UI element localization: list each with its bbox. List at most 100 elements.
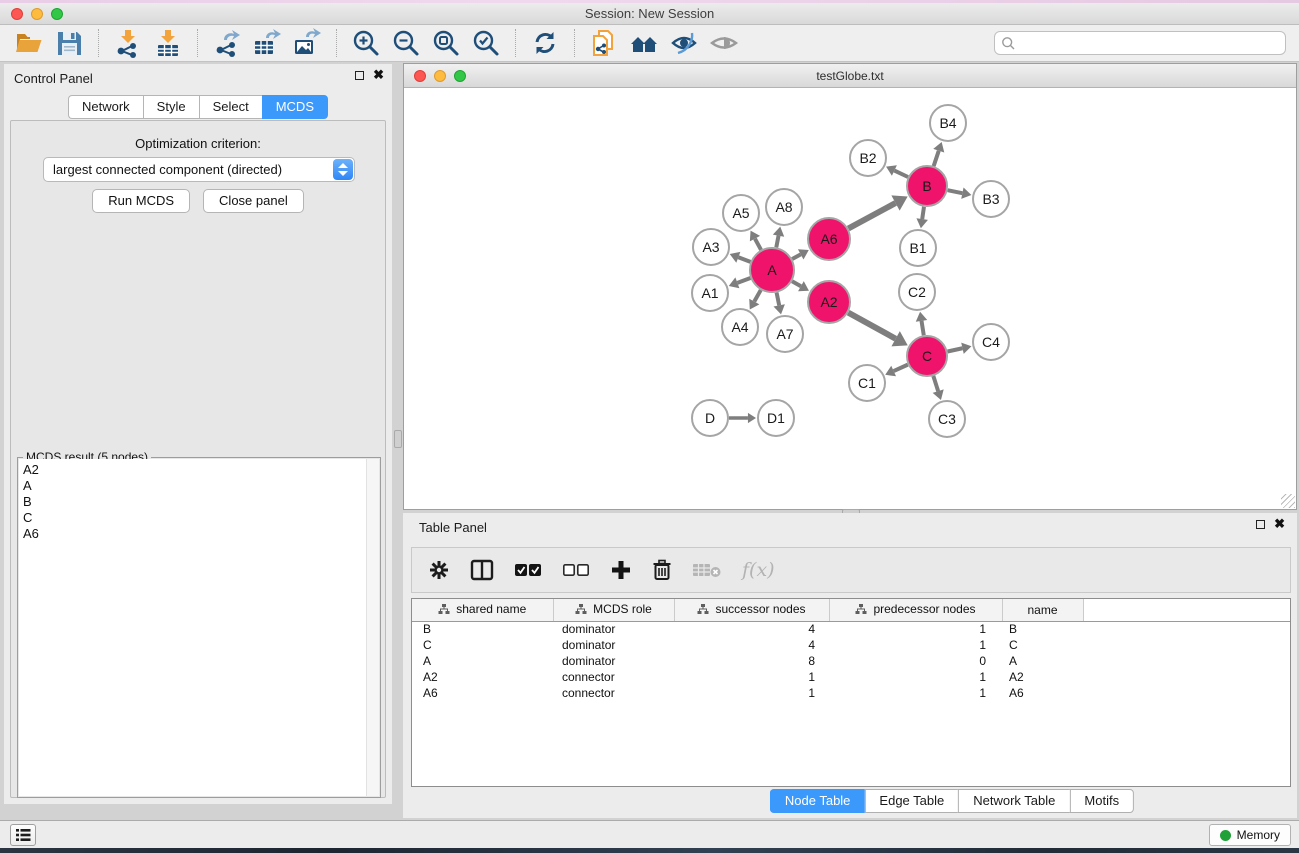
edge-A-A7[interactable] [777,293,780,306]
refresh-view-icon[interactable] [530,28,560,58]
edge-A-A4[interactable] [754,290,760,301]
vertical-divider-grip[interactable] [394,430,402,448]
table-row[interactable]: A6connector11A6 [412,685,1290,701]
edge-B-B1[interactable] [922,207,924,219]
open-session-icon[interactable] [14,28,44,58]
save-session-icon[interactable] [54,28,84,58]
table-cell[interactable]: 1 [829,637,1002,653]
edge-A6-B[interactable] [848,203,895,229]
list-item[interactable]: A2 [19,462,379,478]
edge-C-C3[interactable] [933,376,938,391]
task-history-button[interactable] [10,824,36,846]
edge-B-B4[interactable] [934,151,939,166]
import-table-icon[interactable] [153,28,183,58]
table-cell[interactable]: 4 [674,621,829,637]
float-panel-icon[interactable] [1256,520,1265,529]
table-cell[interactable]: A2 [1002,669,1083,685]
add-column-icon[interactable] [610,559,632,581]
zoom-out-icon[interactable] [391,28,421,58]
zoom-fit-icon[interactable] [431,28,461,58]
table-cell[interactable]: connector [553,685,674,701]
column-header-predecessor-nodes[interactable]: predecessor nodes [829,599,1002,621]
edge-A-A6[interactable] [792,254,801,259]
column-header-successor-nodes[interactable]: successor nodes [674,599,829,621]
mcds-result-list[interactable]: A2ABCA6 [19,459,379,796]
toggle-birds-eye-icon[interactable] [669,28,699,58]
deselect-all-rows-icon[interactable] [562,562,590,578]
column-header-name[interactable]: name [1002,599,1083,621]
table-row[interactable]: Cdominator41C [412,637,1290,653]
list-item[interactable]: C [19,510,379,526]
memory-button[interactable]: Memory [1209,824,1291,846]
table-cell[interactable]: A6 [1002,685,1083,701]
table-cell[interactable]: 1 [674,669,829,685]
edge-C-C2[interactable] [922,321,924,335]
list-item[interactable]: A [19,478,379,494]
table-cell[interactable]: 1 [829,621,1002,637]
table-row[interactable]: Adominator80A [412,653,1290,669]
edge-B-B3[interactable] [948,190,963,193]
tab-network[interactable]: Network [68,95,143,119]
close-panel-icon[interactable]: ✖ [373,70,384,80]
tab-mcds[interactable]: MCDS [262,95,328,119]
import-network-icon[interactable] [113,28,143,58]
table-cell[interactable]: B [412,621,553,637]
zoom-selected-icon[interactable] [471,28,501,58]
scrollbar-track[interactable] [366,459,379,796]
edge-A-A5[interactable] [755,239,761,250]
edge-C-C4[interactable] [948,348,963,351]
network-canvas[interactable]: B4B2BB3A8A5A6A3B1AA1C2A2A4A7C4CC1C3DD1 [405,89,1295,508]
select-all-rows-icon[interactable] [514,562,542,578]
close-panel-icon[interactable]: ✖ [1274,519,1285,529]
window-resize-grip[interactable] [1281,494,1295,508]
edge-A-A8[interactable] [776,236,778,248]
show-hide-panels-icon[interactable] [709,28,739,58]
table-cell[interactable]: connector [553,669,674,685]
edge-A2-C[interactable] [848,313,895,339]
export-network-icon[interactable] [212,28,242,58]
network-window-titlebar[interactable]: testGlobe.txt [404,64,1296,88]
node-table[interactable]: shared nameMCDS rolesuccessor nodesprede… [411,598,1291,787]
table-cell[interactable]: C [412,637,553,653]
run-mcds-button[interactable]: Run MCDS [92,189,190,213]
list-item[interactable]: B [19,494,379,510]
column-header-MCDS-role[interactable]: MCDS role [553,599,674,621]
tab-style[interactable]: Style [143,95,199,119]
list-item[interactable]: A6 [19,526,379,542]
export-image-icon[interactable] [292,28,322,58]
table-cell[interactable]: 0 [829,653,1002,669]
table-cell[interactable]: 1 [674,685,829,701]
table-cell[interactable]: A [1002,653,1083,669]
tab-motifs[interactable]: Motifs [1069,789,1134,813]
edge-B-B2[interactable] [894,171,908,177]
edge-A-A2[interactable] [792,281,801,286]
column-chooser-icon[interactable] [470,559,494,581]
float-panel-icon[interactable] [355,71,364,80]
network-graph[interactable]: B4B2BB3A8A5A6A3B1AA1C2A2A4A7C4CC1C3DD1 [405,89,1297,509]
delete-columns-icon[interactable] [652,559,672,581]
edge-A-A3[interactable] [738,257,750,262]
table-cell[interactable]: 1 [829,685,1002,701]
close-panel-button[interactable]: Close panel [203,189,304,213]
table-cell[interactable]: dominator [553,653,674,669]
table-cell[interactable]: A [412,653,553,669]
table-cell[interactable]: 4 [674,637,829,653]
table-cell[interactable]: A2 [412,669,553,685]
table-row[interactable]: A2connector11A2 [412,669,1290,685]
table-cell[interactable]: dominator [553,637,674,653]
table-row[interactable]: Bdominator41B [412,621,1290,637]
table-cell[interactable]: 1 [829,669,1002,685]
table-cell[interactable]: C [1002,637,1083,653]
search-input[interactable] [1016,36,1279,50]
optimization-criterion-dropdown[interactable]: largest connected component (directed) [43,157,355,182]
tab-edge-table[interactable]: Edge Table [864,789,958,813]
tab-network-table[interactable]: Network Table [958,789,1069,813]
edge-A-A1[interactable] [737,278,750,283]
search-field[interactable] [994,31,1286,55]
duplicate-network-icon[interactable] [589,28,619,58]
home-layout-icon[interactable] [629,28,659,58]
table-cell[interactable]: 8 [674,653,829,669]
table-cell[interactable]: dominator [553,621,674,637]
tab-select[interactable]: Select [199,95,262,119]
table-options-icon[interactable] [428,559,450,581]
